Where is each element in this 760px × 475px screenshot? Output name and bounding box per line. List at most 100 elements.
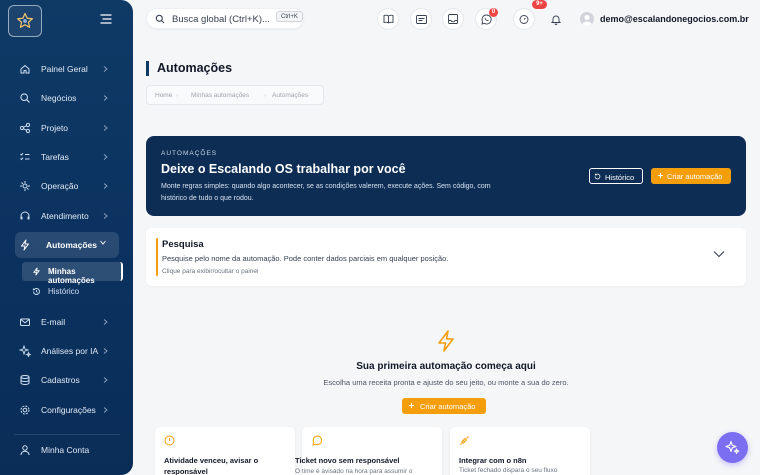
- search-input[interactable]: Busca global (Ctrl+K)...: [172, 14, 270, 25]
- sidebar-item-projeto[interactable]: Projeto: [0, 114, 133, 142]
- recipe-description: O time é avisado na hora para assumir o: [295, 468, 413, 475]
- sidebar-subitem-label: Histórico: [48, 287, 80, 296]
- star-logo-icon: [17, 12, 33, 28]
- operation-icon: [20, 181, 30, 191]
- hero-title: Deixe o Escalando OS trabalhar por você: [161, 162, 406, 176]
- hero-kicker: AUTOMAÇÕES: [161, 150, 218, 157]
- user-icon: [581, 14, 593, 26]
- sidebar-item-label: Atendimento: [41, 211, 89, 221]
- inbox-icon: [448, 14, 458, 24]
- sidebar-item-label: Cadastros: [41, 375, 80, 385]
- page-title: Automações: [146, 61, 232, 76]
- sidebar-subitem-historico[interactable]: Histórico: [22, 282, 123, 301]
- chevron-down-icon[interactable]: [713, 250, 725, 258]
- menu-toggle-icon[interactable]: [100, 14, 112, 24]
- inbox-button[interactable]: [442, 8, 464, 30]
- sidebar-subitem-minhas-automacoes[interactable]: Minhas automações: [22, 262, 123, 285]
- history-button[interactable]: Histórico: [589, 168, 643, 184]
- hero-banner: AUTOMAÇÕES Deixe o Escalando OS trabalha…: [146, 136, 746, 216]
- ai-assistant-button[interactable]: [717, 432, 748, 463]
- sparkle-icon: [19, 345, 31, 357]
- panel-title: Pesquisa: [162, 239, 204, 250]
- chevron-right-icon: [103, 377, 108, 383]
- search-icon: [20, 93, 30, 103]
- history-button-label: Histórico: [605, 173, 635, 182]
- recipe-title: Ticket novo sem responsável: [295, 456, 400, 465]
- sidebar-item-label: Tarefas: [41, 152, 69, 162]
- chevron-right-icon: [103, 183, 108, 189]
- user-email[interactable]: demo@escalandonegocios.com.br: [600, 14, 749, 24]
- bolt-icon: [438, 330, 454, 352]
- user-icon: [20, 445, 30, 456]
- sidebar-item-analises-ia[interactable]: Análises por IA: [0, 337, 133, 365]
- sidebar-item-operacao[interactable]: Operação: [0, 172, 133, 200]
- docs-button[interactable]: [377, 8, 399, 30]
- sidebar-item-configuracoes[interactable]: Configurações: [0, 396, 133, 424]
- sidebar-item-email[interactable]: E-mail: [0, 308, 133, 336]
- search-panel[interactable]: Pesquisa Pesquise pelo nome da automação…: [146, 228, 746, 286]
- empty-state-title: Sua primeira automação começa aqui: [356, 361, 536, 372]
- recipe-description: Ticket fechado dispara o seu fluxo: [459, 467, 558, 474]
- panel-description: Pesquise pelo nome da automação. Pode co…: [162, 254, 449, 263]
- diagram-icon: [19, 122, 31, 134]
- breadcrumb-home[interactable]: Home: [155, 92, 172, 99]
- chevron-right-icon: [103, 125, 108, 131]
- sidebar-item-label: Negócios: [41, 93, 77, 103]
- breadcrumb: Home › Minhas automações › Automações: [146, 85, 324, 105]
- empty-create-automation-button[interactable]: Criar automação: [402, 398, 486, 414]
- empty-state-subtitle: Escolha uma receita pronta e ajuste do s…: [323, 378, 569, 387]
- notifications-badge: 9+: [532, 0, 547, 9]
- sidebar-item-atendimento[interactable]: Atendimento: [0, 202, 133, 230]
- chevron-right-icon: [103, 95, 108, 101]
- chevron-right-icon: [103, 407, 108, 413]
- bolt-icon: [32, 267, 41, 276]
- recipe-card[interactable]: Atividade venceu, avisar o responsável: [155, 427, 295, 475]
- database-icon: [20, 375, 30, 386]
- timer-button[interactable]: [513, 8, 535, 30]
- sidebar-item-tarefas[interactable]: Tarefas: [0, 143, 133, 171]
- sidebar-item-label: Análises por IA: [41, 346, 99, 356]
- chevron-right-icon: [103, 154, 108, 160]
- chat-icon: [312, 435, 323, 446]
- panel-hint: Clique para exibir/ocultar o painel: [162, 268, 259, 275]
- recipe-title: Integrar com o n8n: [459, 456, 527, 465]
- sidebar-item-cadastros[interactable]: Cadastros: [0, 366, 133, 394]
- create-automation-button[interactable]: Criar automação: [651, 168, 731, 184]
- checklist-icon: [20, 152, 30, 161]
- create-button-label: Criar automação: [667, 172, 723, 181]
- chevron-right-icon: [103, 66, 108, 72]
- cards-button[interactable]: [410, 8, 432, 30]
- breadcrumb-separator: ›: [264, 92, 267, 99]
- shortcut-hint: Ctrl+K: [276, 11, 303, 22]
- breadcrumb-minhas-automacoes[interactable]: Minhas automações: [191, 92, 249, 99]
- recipe-card[interactable]: Ticket novo sem responsável O time é avi…: [295, 427, 442, 475]
- sidebar: Painel Geral Negócios Projeto Tarefas Op…: [0, 0, 133, 475]
- mail-icon: [20, 318, 30, 326]
- logo[interactable]: [8, 5, 42, 37]
- timer-icon: [519, 15, 529, 24]
- sidebar-item-negocios[interactable]: Negócios: [0, 84, 133, 112]
- card-icon: [415, 14, 427, 24]
- sidebar-item-minha-conta[interactable]: Minha Conta: [0, 436, 133, 464]
- history-icon: [32, 288, 40, 295]
- avatar[interactable]: [580, 12, 594, 26]
- sidebar-item-automacoes[interactable]: Automações: [0, 231, 133, 259]
- home-icon: [20, 64, 30, 74]
- notifications-button[interactable]: [545, 8, 567, 30]
- sidebar-item-label: E-mail: [41, 317, 66, 327]
- panel-accent-bar: [156, 238, 158, 276]
- empty-create-button-label: Criar automação: [420, 402, 476, 411]
- plus-icon: [657, 172, 664, 179]
- chevron-down-icon: [100, 240, 106, 245]
- chevron-right-icon: [103, 348, 108, 354]
- recipe-card[interactable]: Integrar com o n8n Ticket fechado dispar…: [450, 427, 590, 475]
- sidebar-item-label: Projeto: [41, 123, 68, 133]
- sidebar-item-painel-geral[interactable]: Painel Geral: [0, 55, 133, 83]
- breadcrumb-current: Automações: [272, 92, 309, 99]
- bell-icon: [551, 15, 561, 25]
- sidebar-item-label: Configurações: [41, 405, 96, 415]
- sidebar-divider: [14, 434, 120, 435]
- sidebar-item-label: Minha Conta: [41, 445, 90, 455]
- chevron-right-icon: [103, 319, 108, 325]
- sparkle-icon: [725, 440, 740, 454]
